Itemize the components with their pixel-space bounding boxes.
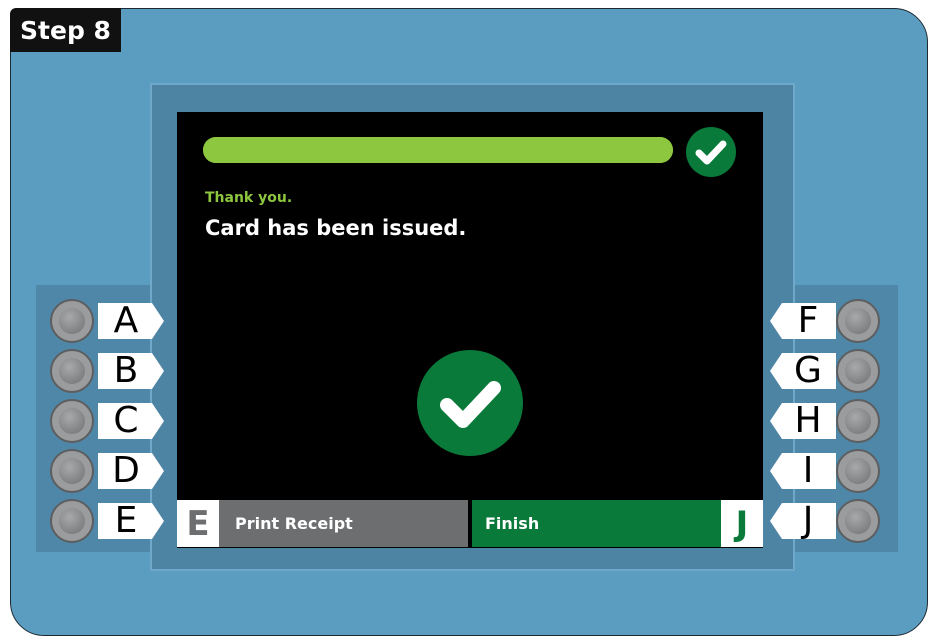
knob-icon (836, 349, 880, 393)
key-label: F (797, 300, 819, 341)
knob-icon (50, 499, 94, 543)
knob-icon (836, 499, 880, 543)
key-a[interactable]: A (50, 299, 170, 343)
knob-icon (836, 299, 880, 343)
knob-icon (836, 449, 880, 493)
key-label: A (113, 300, 139, 341)
knob-icon (50, 399, 94, 443)
key-label: G (794, 350, 822, 391)
step-badge: Step 8 (10, 8, 121, 52)
key-label: J (802, 500, 814, 541)
finish-button[interactable]: Finish J (472, 500, 763, 547)
key-b[interactable]: B (50, 349, 170, 393)
key-label: H (794, 400, 822, 441)
check-icon (686, 127, 736, 177)
key-d[interactable]: D (50, 449, 170, 493)
key-label: E (114, 500, 138, 541)
key-label: C (113, 400, 139, 441)
key-i[interactable]: I (770, 449, 890, 493)
key-c[interactable]: C (50, 399, 170, 443)
knob-icon (50, 449, 94, 493)
print-receipt-button[interactable]: E Print Receipt (177, 500, 468, 547)
key-g[interactable]: G (770, 349, 890, 393)
status-message: Card has been issued. (205, 216, 467, 240)
thanks-text: Thank you. (205, 190, 293, 206)
progress-fill (203, 137, 673, 163)
key-label: B (113, 350, 139, 391)
knob-icon (50, 349, 94, 393)
button-letter-e: E (177, 500, 219, 547)
button-letter-j: J (721, 500, 763, 547)
key-f[interactable]: F (770, 299, 890, 343)
print-receipt-label: Print Receipt (235, 514, 353, 533)
key-label: I (802, 450, 814, 491)
knob-icon (50, 299, 94, 343)
key-h[interactable]: H (770, 399, 890, 443)
key-j[interactable]: J (770, 499, 890, 543)
success-check-icon (417, 350, 523, 456)
finish-label: Finish (485, 514, 540, 533)
key-label: D (112, 450, 140, 491)
key-e[interactable]: E (50, 499, 170, 543)
progress-bar (203, 137, 673, 163)
atm-screen: Thank you. Card has been issued. E Print… (177, 112, 763, 548)
knob-icon (836, 399, 880, 443)
